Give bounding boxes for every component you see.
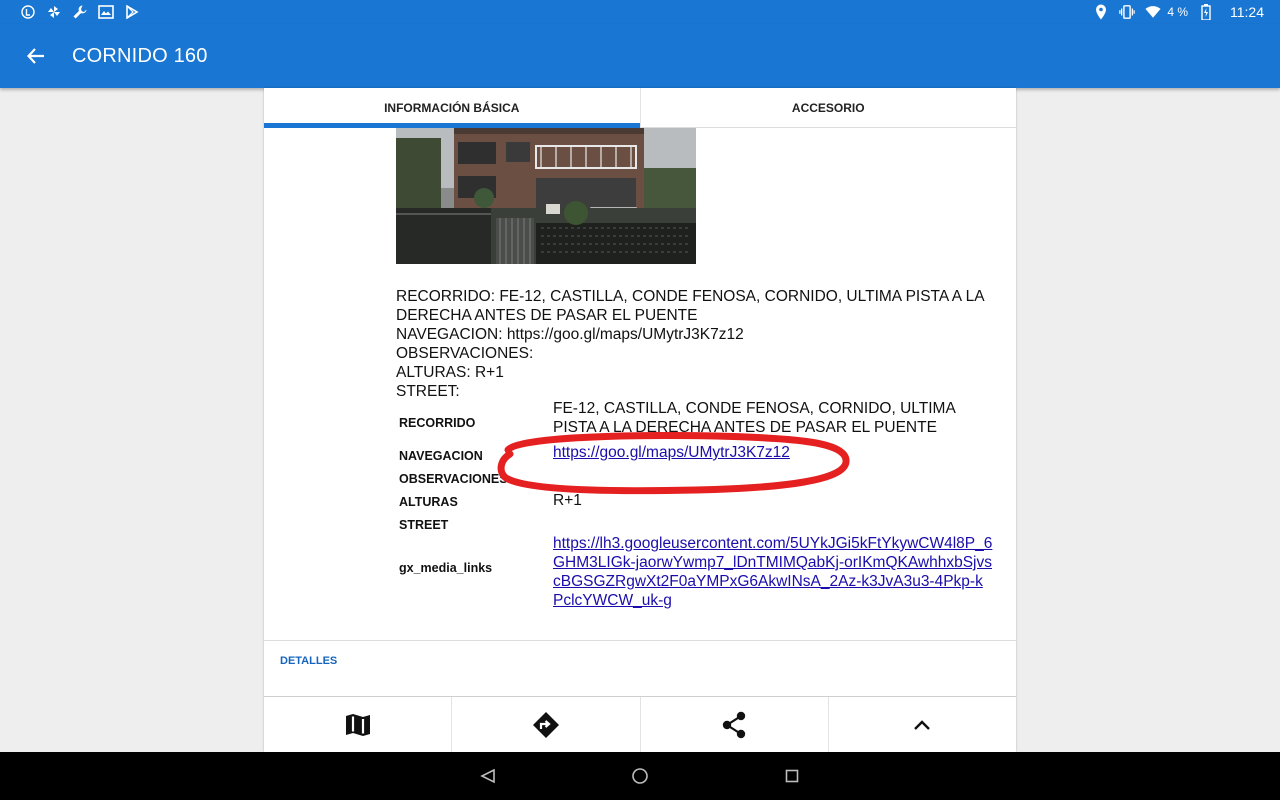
recents-square-icon (785, 769, 799, 783)
attribute-key: STREET (399, 518, 449, 532)
status-left-icons (20, 4, 140, 20)
tab-informacion-basica[interactable]: INFORMACIÓN BÁSICA (264, 88, 640, 128)
image-mail-icon (98, 4, 114, 20)
table-row: ALTURAS R+1 (396, 484, 996, 509)
status-right-icons: 4 % 11:24 (1093, 4, 1264, 20)
description-recorrido: RECORRIDO: FE-12, CASTILLA, CONDE FENOSA… (396, 288, 984, 324)
table-row: gx_media_links https://lh3.googleusercon… (396, 532, 996, 612)
system-nav-bar (0, 752, 1280, 800)
tab-accesorio[interactable]: ACCESORIO (639, 88, 1017, 127)
share-button[interactable] (639, 697, 828, 752)
attribute-value: https://lh3.googleusercontent.com/5UYkJG… (553, 534, 993, 610)
tab-bar: INFORMACIÓN BÁSICA ACCESORIO (264, 88, 1016, 128)
system-home-button[interactable] (628, 764, 652, 788)
expand-up-button[interactable] (827, 697, 1016, 752)
map-button[interactable] (264, 697, 451, 752)
table-row: OBSERVACIONES (396, 460, 996, 486)
attribute-value: FE-12, CASTILLA, CONDE FENOSA, CORNIDO, … (553, 400, 955, 436)
back-button[interactable] (0, 24, 72, 88)
share-icon (722, 711, 746, 738)
home-circle-icon (632, 768, 648, 784)
building-photo (396, 128, 696, 264)
wifi-icon (1145, 4, 1161, 20)
attribute-key: gx_media_links (399, 561, 493, 575)
map-icon (345, 713, 370, 736)
attribute-key: RECORRIDO (399, 416, 476, 430)
table-row: STREET (396, 508, 996, 532)
directions-icon (532, 711, 559, 738)
description-text: RECORRIDO: FE-12, CASTILLA, CONDE FENOSA… (396, 287, 996, 401)
section-divider (264, 640, 1016, 641)
back-triangle-icon (480, 768, 495, 784)
play-store-icon (124, 4, 140, 20)
wrench-icon (72, 4, 88, 20)
navigation-link[interactable]: https://goo.gl/maps/UMytrJ3K7z12 (553, 444, 790, 461)
battery-charging-icon (1198, 4, 1214, 20)
location-icon (1093, 4, 1109, 20)
system-back-button[interactable] (476, 764, 500, 788)
detalles-section-header[interactable]: DETALLES (280, 655, 337, 667)
description-observaciones: OBSERVACIONES: (396, 345, 534, 362)
pinwheel-icon (46, 4, 62, 20)
attribute-key: ALTURAS (399, 495, 458, 509)
table-row: NAVEGACION https://goo.gl/maps/UMytrJ3K7… (396, 436, 996, 463)
description-alturas: ALTURAS: R+1 (396, 364, 504, 381)
detail-card: INFORMACIÓN BÁSICA ACCESORIO RECORRIDO: … (264, 88, 1016, 752)
battery-percent: 4 % (1167, 5, 1188, 19)
basic-info-content[interactable]: RECORRIDO: FE-12, CASTILLA, CONDE FENOSA… (264, 128, 1016, 696)
directions-button[interactable] (451, 697, 639, 752)
clock: 11:24 (1230, 4, 1264, 20)
page-title: CORNIDO 160 (72, 44, 208, 67)
description-navegacion: NAVEGACION: https://goo.gl/maps/UMytrJ3K… (396, 326, 744, 343)
bottom-action-bar (264, 696, 1016, 752)
app-bar: CORNIDO 160 (0, 24, 1280, 88)
media-link[interactable]: https://lh3.googleusercontent.com/5UYkJG… (553, 535, 992, 609)
arrow-back-icon (26, 48, 44, 64)
launcher-icon (20, 4, 36, 20)
system-recents-button[interactable] (780, 764, 804, 788)
chevron-up-icon (914, 719, 931, 730)
vibrate-icon (1119, 4, 1136, 20)
status-bar: 4 % 11:24 (0, 0, 1280, 24)
